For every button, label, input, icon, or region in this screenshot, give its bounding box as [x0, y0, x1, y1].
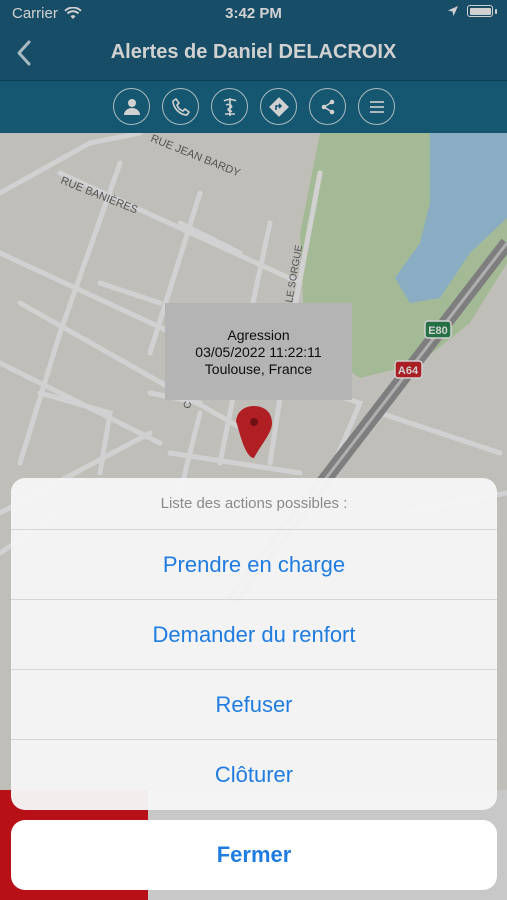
action-sheet-title: Liste des actions possibles : [11, 478, 497, 530]
close-alert-button[interactable]: Clôturer [11, 740, 497, 810]
take-charge-button[interactable]: Prendre en charge [11, 530, 497, 600]
request-backup-button[interactable]: Demander du renfort [11, 600, 497, 670]
action-sheet: Liste des actions possibles : Prendre en… [11, 478, 497, 810]
cancel-button[interactable]: Fermer [11, 820, 497, 890]
refuse-button[interactable]: Refuser [11, 670, 497, 740]
